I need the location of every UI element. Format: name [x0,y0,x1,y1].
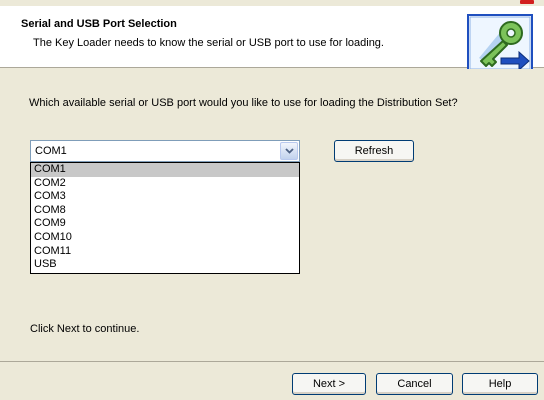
port-combobox-value: COM1 [35,145,67,157]
next-button[interactable]: Next > [292,373,366,395]
port-option-com3[interactable]: COM3 [31,190,299,204]
wizard-content: Which available serial or USB port would… [0,69,544,362]
continue-instruction: Click Next to continue. [30,323,140,335]
port-option-com9[interactable]: COM9 [31,217,299,231]
wizard-footer: Next > Cancel Help [0,361,544,400]
port-option-usb[interactable]: USB [31,258,299,272]
port-dropdown-list[interactable]: COM1 COM2 COM3 COM8 COM9 COM10 COM11 USB [30,162,300,274]
page-title: Serial and USB Port Selection [21,18,177,30]
port-option-com11[interactable]: COM11 [31,245,299,259]
port-combobox[interactable]: COM1 [30,140,300,162]
port-option-com2[interactable]: COM2 [31,177,299,191]
close-icon[interactable] [520,0,534,4]
port-option-com1[interactable]: COM1 [31,163,299,177]
refresh-button[interactable]: Refresh [334,140,414,162]
port-option-com8[interactable]: COM8 [31,204,299,218]
port-question: Which available serial or USB port would… [29,97,458,109]
combobox-dropdown-button[interactable] [280,142,298,160]
port-option-com10[interactable]: COM10 [31,231,299,245]
wizard-header: Serial and USB Port Selection The Key Lo… [0,6,544,72]
key-loader-logo [467,14,533,72]
help-button[interactable]: Help [462,373,538,395]
page-subtitle: The Key Loader needs to know the serial … [33,37,384,49]
chevron-down-icon [284,148,294,154]
cancel-button[interactable]: Cancel [376,373,453,395]
